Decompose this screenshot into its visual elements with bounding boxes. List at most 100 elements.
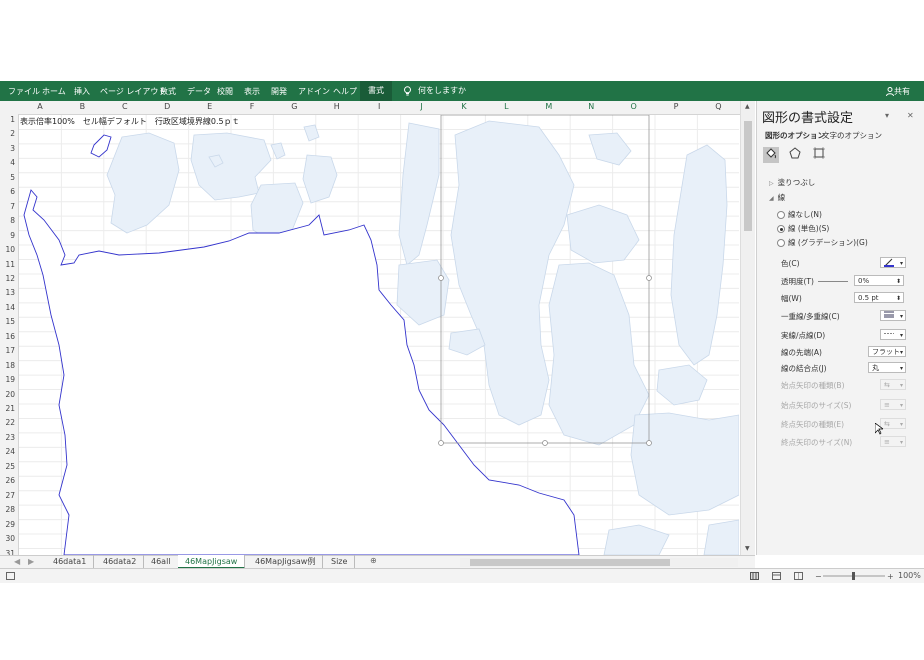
island-shape[interactable]	[656, 364, 708, 406]
resize-handle-bottom-left[interactable]	[438, 440, 444, 446]
tab-view[interactable]: 表示	[244, 86, 260, 97]
tab-help[interactable]: ヘルプ	[333, 86, 357, 97]
radio-dot[interactable]	[777, 211, 785, 219]
tab-home[interactable]: ホーム	[42, 86, 66, 97]
column-header[interactable]: I	[358, 102, 400, 111]
radio-solid-line[interactable]: 線 (単色)(S)	[777, 223, 829, 234]
row-header[interactable]: 9	[0, 231, 15, 240]
column-header[interactable]: B	[61, 102, 103, 111]
row-header[interactable]: 8	[0, 216, 15, 225]
column-header[interactable]: F	[231, 102, 273, 111]
tab-page-layout[interactable]: ページ レイアウト	[100, 86, 166, 97]
tab-shape-options[interactable]: 図形のオプション	[765, 130, 825, 141]
column-header[interactable]: L	[485, 102, 527, 111]
island-shape[interactable]	[106, 132, 180, 234]
row-header[interactable]: 26	[0, 476, 15, 485]
zoom-slider[interactable]: − +	[815, 571, 895, 581]
radio-no-line[interactable]: 線なし(N)	[777, 209, 822, 220]
share-button[interactable]: 共有	[886, 86, 910, 97]
worksheet[interactable]: ABCDEFGHIJKLMNOPQ 1 2 3 4 5 6 7 8 9 10 11 12 13 14 15 1…	[0, 101, 755, 555]
column-header[interactable]: E	[189, 102, 231, 111]
transparency-input[interactable]: 0% ⬍	[854, 275, 904, 286]
color-dropdown[interactable]: ▾	[880, 257, 906, 268]
row-header[interactable]: 28	[0, 505, 15, 514]
cap-type-dropdown[interactable]: フラット ▾	[868, 346, 906, 357]
row-header[interactable]: 15	[0, 317, 15, 326]
row-header[interactable]: 27	[0, 491, 15, 500]
width-input[interactable]: 0.5 pt ⬍	[854, 292, 904, 303]
sheet-tab[interactable]: Size	[324, 555, 356, 568]
add-sheet-button[interactable]: ⊕	[370, 556, 377, 565]
row-header[interactable]: 12	[0, 274, 15, 283]
page-layout-view-icon[interactable]	[772, 572, 781, 580]
effects-pentagon-icon[interactable]	[787, 147, 803, 163]
radio-dot-selected[interactable]	[777, 225, 785, 233]
row-header[interactable]: 21	[0, 404, 15, 413]
prev-sheet-icon[interactable]: ◀	[14, 557, 20, 566]
resize-handle-bottom-right[interactable]	[646, 440, 652, 446]
dash-type-dropdown[interactable]: ▾	[880, 329, 906, 340]
zoom-level[interactable]: 100%	[898, 571, 921, 580]
island-shape[interactable]	[303, 124, 320, 142]
column-header[interactable]: M	[528, 102, 570, 111]
size-properties-icon[interactable]	[811, 147, 827, 163]
column-header[interactable]: J	[401, 102, 443, 111]
row-header[interactable]: 19	[0, 375, 15, 384]
compound-type-dropdown[interactable]: ▾	[880, 310, 906, 321]
vertical-scroll-thumb[interactable]	[744, 121, 752, 231]
pane-options-chevron-icon[interactable]: ▾	[885, 111, 889, 120]
island-shape[interactable]	[603, 524, 670, 555]
row-header[interactable]: 17	[0, 346, 15, 355]
section-fill[interactable]: ▷ 塗りつぶし	[769, 177, 815, 188]
row-header[interactable]: 30	[0, 534, 15, 543]
row-header[interactable]: 24	[0, 447, 15, 456]
island-shape[interactable]	[630, 412, 739, 516]
row-header[interactable]: 14	[0, 303, 15, 312]
row-header[interactable]: 29	[0, 520, 15, 529]
small-island-outline[interactable]	[90, 134, 112, 158]
cell-a1-text[interactable]: 表示倍率100% セル幅デフォルト 行政区域境界線0.5ｐｔ	[20, 116, 240, 127]
join-type-dropdown[interactable]: 丸 ▾	[868, 362, 906, 373]
sheet-tab[interactable]: 46all	[144, 555, 179, 568]
next-sheet-icon[interactable]: ▶	[28, 557, 34, 566]
tab-text-options[interactable]: 文字のオプション	[822, 130, 882, 141]
resize-handle-right[interactable]	[646, 275, 652, 281]
island-shape[interactable]	[302, 154, 338, 204]
island-shape[interactable]	[548, 262, 650, 446]
transparency-slider[interactable]	[818, 281, 848, 282]
sheet-tab[interactable]: 46MapJigsaw例	[248, 555, 324, 568]
tell-me-box[interactable]: 何をしますか	[403, 85, 466, 96]
column-header[interactable]: P	[655, 102, 697, 111]
scroll-up-icon[interactable]: ▲	[745, 103, 750, 110]
column-header[interactable]: K	[443, 102, 485, 111]
row-header[interactable]: 5	[0, 173, 15, 182]
row-header[interactable]: 18	[0, 361, 15, 370]
column-header[interactable]: G	[273, 102, 315, 111]
radio-dot[interactable]	[777, 239, 785, 247]
sheet-tab[interactable]: 46MapJigsaw	[178, 555, 246, 569]
section-line[interactable]: ◢ 線	[769, 192, 785, 203]
island-shape[interactable]	[566, 204, 640, 264]
row-header[interactable]: 10	[0, 245, 15, 254]
tab-addins[interactable]: アドイン	[298, 86, 330, 97]
horizontal-scrollbar[interactable]	[460, 558, 738, 567]
row-header[interactable]: 1	[0, 115, 15, 124]
tab-file[interactable]: ファイル	[8, 86, 40, 97]
row-header[interactable]: 6	[0, 187, 15, 196]
tab-format[interactable]: 書式	[360, 81, 392, 101]
fill-line-icon[interactable]	[763, 147, 779, 163]
spinner-icon[interactable]: ⬍	[896, 276, 901, 287]
column-header[interactable]: O	[613, 102, 655, 111]
pane-close-icon[interactable]: ✕	[907, 111, 914, 120]
macro-record-icon[interactable]	[6, 572, 15, 580]
row-header[interactable]: 7	[0, 202, 15, 211]
page-break-view-icon[interactable]	[794, 572, 803, 580]
normal-view-icon[interactable]	[750, 572, 759, 580]
island-shape[interactable]	[703, 519, 739, 555]
tab-formulas[interactable]: 数式	[160, 86, 176, 97]
map-shapes-area[interactable]	[19, 115, 739, 555]
column-header[interactable]: A	[19, 102, 61, 111]
resize-handle-left[interactable]	[438, 275, 444, 281]
resize-handle-bottom[interactable]	[542, 440, 548, 446]
row-header[interactable]: 11	[0, 260, 15, 269]
